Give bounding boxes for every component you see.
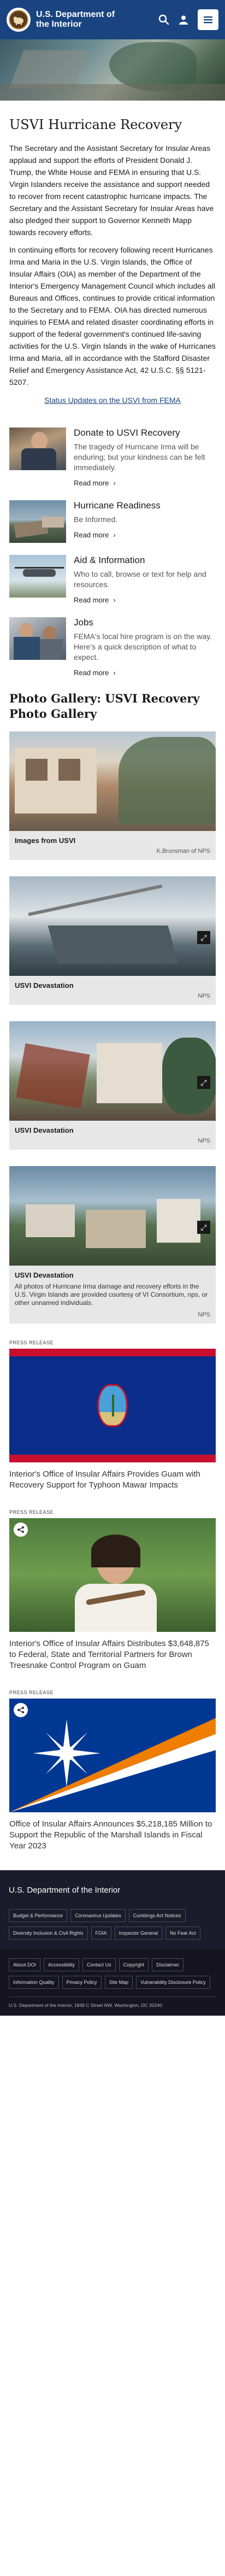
chevron-right-icon: › — [113, 531, 116, 539]
donate-image[interactable] — [9, 428, 66, 470]
card-hurricane-readiness: Hurricane Readiness Be Informed. Read mo… — [9, 500, 216, 543]
footer-link[interactable]: Site Map — [104, 1976, 133, 1989]
hero-image — [0, 39, 225, 101]
jobs-image[interactable] — [9, 617, 66, 660]
footer-link[interactable]: Cumbings Act Notices — [128, 1909, 186, 1922]
gallery-item[interactable]: ⤢ USVI Devastation NPS — [9, 876, 216, 1005]
account-icon[interactable] — [178, 14, 189, 25]
footer-link[interactable]: Diversity Inclusion & Civil Rights — [9, 1927, 88, 1940]
share-icon — [17, 1526, 24, 1533]
press-release-label: PRESS RELEASE — [9, 1509, 54, 1515]
card-text: FEMA's local hire program is on the way.… — [74, 632, 212, 661]
gallery-item[interactable]: ⤢ USVI Devastation All photos of Hurrica… — [9, 1166, 216, 1324]
footer-link[interactable]: About DOI — [9, 1958, 41, 1971]
press-release-title[interactable]: Office of Insular Affairs Announces $5,2… — [9, 1819, 216, 1852]
gallery-item[interactable]: Images from USVI K.Brunsman of NPS — [9, 731, 216, 860]
gallery-photo[interactable]: ⤢ — [9, 1166, 216, 1266]
share-button[interactable] — [14, 1523, 28, 1537]
footer-link[interactable]: Contact Us — [82, 1958, 116, 1971]
gallery-caption-title: Images from USVI — [15, 836, 76, 845]
chevron-right-icon: › — [113, 479, 116, 487]
gallery-caption-title: USVI Devastation — [15, 981, 74, 990]
card-text: Who to call, browse or text for help and… — [74, 570, 206, 589]
gallery-photo[interactable]: ⤢ — [9, 876, 216, 976]
gallery-caption-title: USVI Devastation — [15, 1271, 74, 1279]
page-title: USVI Hurricane Recovery — [9, 117, 182, 132]
footer-link[interactable]: Inspector General — [114, 1927, 163, 1940]
card-donate: Donate to USVI Recovery The tragedy of H… — [9, 428, 216, 488]
footer-link[interactable]: Information Quality — [9, 1976, 59, 1989]
photo-credit: NPS — [198, 993, 210, 999]
footer-link[interactable]: Copyright — [119, 1958, 149, 1971]
footer-link[interactable]: Privacy Policy — [62, 1976, 102, 1989]
card-aid-information: Aid & Information Who to call, browse or… — [9, 555, 216, 605]
expand-icon[interactable]: ⤢ — [197, 931, 210, 944]
doi-seal-logo[interactable] — [7, 8, 31, 32]
main-content: USVI Hurricane Recovery The Secretary an… — [0, 117, 225, 1852]
footer-top: U.S. Department of the Interior Budget &… — [0, 1870, 225, 1949]
gallery-caption-title: USVI Devastation — [15, 1126, 74, 1134]
read-more-link[interactable]: Read more › — [74, 669, 116, 677]
press-release-title[interactable]: Interior's Office of Insular Affairs Pro… — [9, 1469, 216, 1491]
card-text: Be Informed. — [74, 515, 118, 524]
read-more-link[interactable]: Read more › — [74, 596, 116, 604]
card-title[interactable]: Donate to USVI Recovery — [74, 428, 216, 438]
card-title[interactable]: Jobs — [74, 617, 216, 628]
readiness-image[interactable] — [9, 500, 66, 543]
read-more-link[interactable]: Read more › — [74, 479, 116, 487]
site-title[interactable]: U.S. Department of the Interior — [36, 10, 129, 30]
gallery-item[interactable]: ⤢ USVI Devastation NPS — [9, 1021, 216, 1150]
photo-credit: K.Brunsman of NPS — [156, 848, 210, 854]
press-release-label: PRESS RELEASE — [9, 1690, 54, 1695]
fema-status-link[interactable]: Status Updates on the USVI from FEMA — [9, 396, 216, 405]
guam-flag-image[interactable] — [9, 1349, 216, 1462]
gallery-heading: Photo Gallery: USVI Recovery Photo Galle… — [9, 692, 200, 721]
footer-link[interactable]: Vulnerability Disclosure Policy — [136, 1976, 210, 1989]
search-icon[interactable] — [158, 14, 169, 25]
footer-title[interactable]: U.S. Department of the Interior — [9, 1886, 216, 1895]
press-release[interactable]: PRESS RELEASE Interior's Office of Insul… — [9, 1509, 216, 1671]
card-title[interactable]: Hurricane Readiness — [74, 500, 216, 511]
site-footer: U.S. Department of the Interior Budget &… — [0, 1870, 225, 2016]
marshall-islands-flag-image[interactable] — [9, 1699, 216, 1812]
photo-credit: NPS — [198, 1138, 210, 1144]
photo-credit: NPS — [198, 1312, 210, 1318]
gallery-photo[interactable] — [9, 731, 216, 831]
bison-icon — [13, 16, 23, 25]
card-title[interactable]: Aid & Information — [74, 555, 216, 566]
site-header: U.S. Department of the Interior — [0, 0, 225, 39]
aid-image[interactable] — [9, 555, 66, 598]
expand-icon[interactable]: ⤢ — [197, 1076, 210, 1089]
card-jobs: Jobs FEMA's local hire program is on the… — [9, 617, 216, 678]
gallery-caption-description: All photos of Hurricane Irma damage and … — [15, 1283, 208, 1307]
menu-button[interactable] — [198, 9, 218, 30]
brown-treesnake-image[interactable] — [9, 1518, 216, 1632]
hamburger-icon — [204, 16, 212, 24]
press-release-title[interactable]: Interior's Office of Insular Affairs Dis… — [9, 1638, 216, 1671]
footer-link[interactable]: Budget & Performance — [9, 1909, 68, 1922]
footer-link[interactable]: Coronavirus Updates — [70, 1909, 126, 1922]
read-more-link[interactable]: Read more › — [74, 531, 116, 539]
gallery-photo[interactable]: ⤢ — [9, 1021, 216, 1121]
footer-links-top: Budget & Performance Coronavirus Updates C… — [9, 1909, 216, 1940]
footer-link[interactable]: FOIA — [91, 1927, 111, 1940]
press-release-label: PRESS RELEASE — [9, 1340, 54, 1345]
press-release[interactable]: PRESS RELEASE Office of Insular Affairs … — [9, 1690, 216, 1852]
chevron-right-icon: › — [113, 669, 116, 677]
intro-paragraph: The Secretary and the Assistant Secretar… — [9, 144, 214, 237]
footer-address: U.S. Department of the Interior, 1849 C … — [9, 1997, 216, 2008]
footer-link[interactable]: Accessibility — [44, 1958, 80, 1971]
footer-links-bottom: About DOI Accessibility Contact Us Copyrigh… — [9, 1958, 216, 1989]
footer-link[interactable]: Disclaimer — [152, 1958, 184, 1971]
card-text: The tragedy of Hurricane Irma will be en… — [74, 442, 205, 472]
marshall-flag-graphic — [9, 1718, 216, 1812]
expand-icon[interactable]: ⤢ — [197, 1221, 210, 1234]
chevron-right-icon: › — [113, 596, 116, 604]
recovery-paragraph: In continuing efforts for recovery follo… — [9, 245, 216, 387]
footer-bottom: About DOI Accessibility Contact Us Copyrigh… — [0, 1949, 225, 2016]
press-release[interactable]: PRESS RELEASE Interior's Office of Insul… — [9, 1340, 216, 1491]
footer-link[interactable]: No Fear Act — [165, 1927, 200, 1940]
